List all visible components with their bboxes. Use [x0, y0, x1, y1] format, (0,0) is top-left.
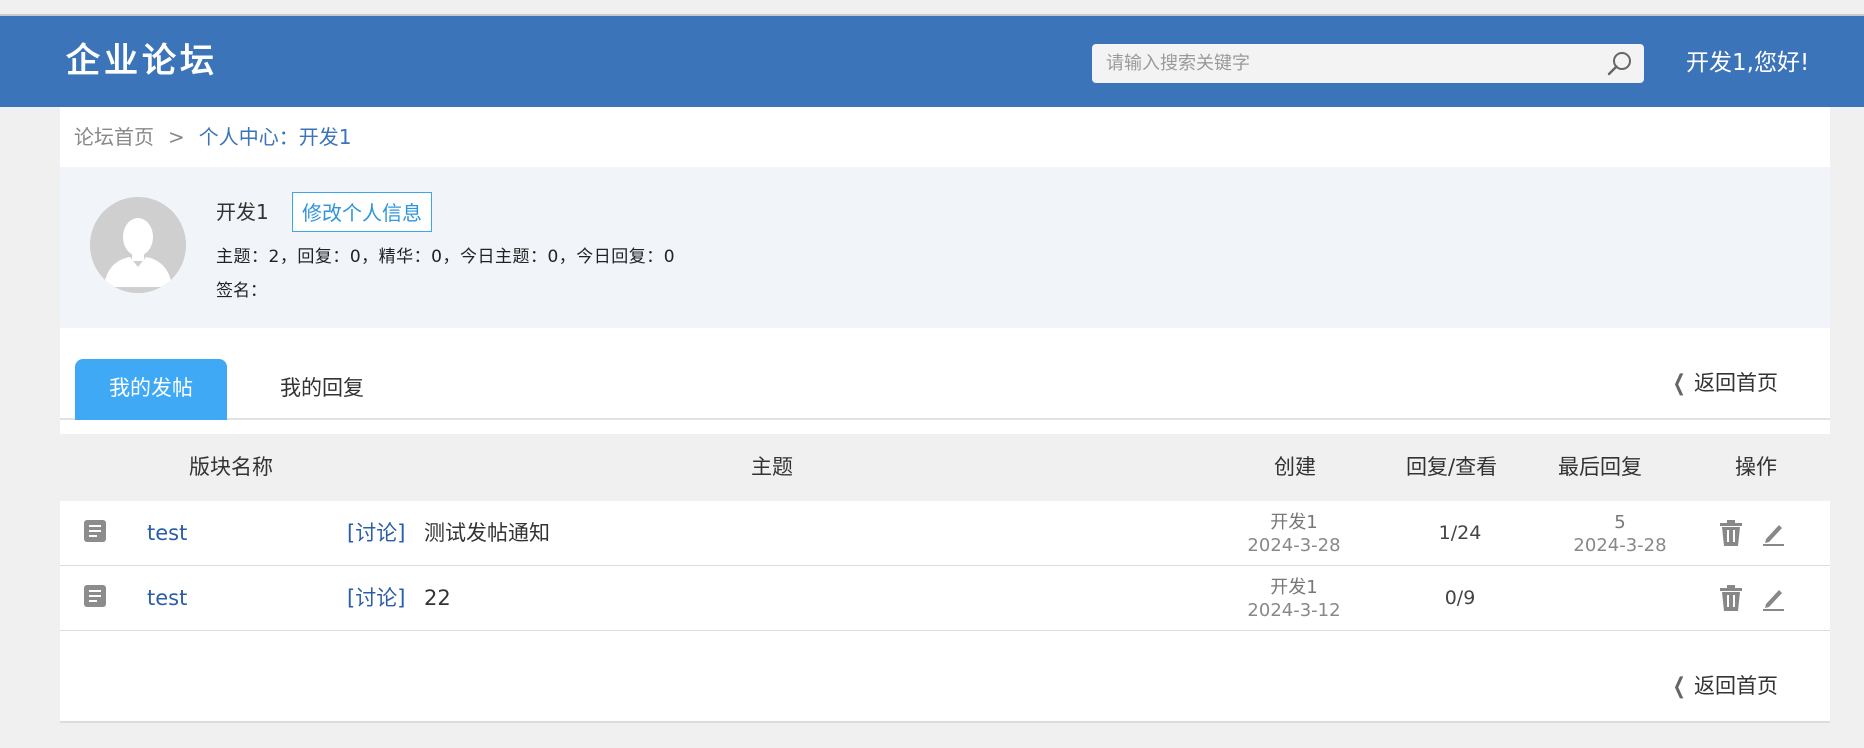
profile-card: 开发1 修改个人信息 主题：2，回复：0，精华：0，今日主题：0，今日回复：0 … — [60, 167, 1830, 328]
main-container: 论坛首页 > 个人中心：开发1 开发1 修改个人信息 主题：2，回复：0，精华：0，… — [60, 107, 1830, 723]
breadcrumb-current: 个人中心：开发1 — [198, 125, 352, 149]
header-created: 创建 — [1274, 455, 1316, 479]
row-last-reply-user: 5 — [1614, 512, 1626, 533]
tab-my-posts[interactable]: 我的发帖 — [75, 359, 227, 420]
tab-my-replies[interactable]: 我的回复 — [257, 359, 387, 420]
row-last-reply: 5 2024-3-28 — [1550, 511, 1690, 557]
table-header: 版块名称 主题 创建 回复/查看 最后回复 操作 — [60, 434, 1830, 501]
row-date: 2024-3-28 — [1247, 535, 1341, 556]
search-box — [1092, 44, 1644, 83]
edit-profile-button[interactable]: 修改个人信息 — [292, 192, 432, 232]
pencil-icon[interactable] — [1760, 519, 1786, 547]
header-board: 版块名称 — [189, 455, 273, 479]
profile-stats: 主题：2，回复：0，精华：0，今日主题：0，今日回复：0 — [216, 247, 676, 267]
row-board-link[interactable]: test — [147, 566, 187, 630]
trash-icon[interactable] — [1718, 584, 1744, 612]
header-action: 操作 — [1735, 455, 1777, 479]
table-row: test [讨论] 22 开发1 2024-3-12 0/9 — [60, 566, 1830, 631]
site-logo[interactable]: 企业论坛 — [66, 41, 218, 81]
chevron-left-icon: ❮ — [1672, 371, 1686, 396]
row-title-link[interactable]: 22 — [424, 566, 451, 630]
header-reply-view: 回复/查看 — [1406, 455, 1498, 479]
back-home-link-bottom[interactable]: ❮ 返回首页 — [1670, 671, 1778, 702]
document-icon — [84, 520, 106, 542]
row-reply-view-count: 1/24 — [1438, 522, 1482, 544]
row-author: 开发1 — [1270, 512, 1318, 533]
header-topic: 主题 — [751, 455, 793, 479]
row-title-link[interactable]: 测试发帖通知 — [424, 501, 550, 565]
search-icon[interactable] — [1606, 50, 1634, 78]
row-last-reply-date: 2024-3-28 — [1573, 535, 1667, 556]
top-border — [0, 0, 1864, 16]
row-created: 开发1 2024-3-28 — [1224, 511, 1364, 557]
table-footer: ❮ 返回首页 — [60, 631, 1830, 723]
row-board-link[interactable]: test — [147, 501, 187, 565]
pencil-icon[interactable] — [1760, 584, 1786, 612]
profile-username: 开发1 — [216, 200, 269, 224]
row-date: 2024-3-12 — [1247, 600, 1341, 621]
profile-signature: 签名： — [216, 279, 271, 303]
row-tag[interactable]: [讨论] — [347, 501, 405, 565]
table-row: test [讨论] 测试发帖通知 开发1 2024-3-28 1/24 5 20… — [60, 501, 1830, 566]
document-icon — [84, 585, 106, 607]
breadcrumb-separator: > — [168, 125, 185, 149]
back-home-label: 返回首页 — [1694, 674, 1778, 698]
trash-icon[interactable] — [1718, 519, 1744, 547]
signature-label: 签名： — [216, 281, 267, 301]
back-home-link-top[interactable]: ❮ 返回首页 — [1670, 368, 1778, 399]
user-silhouette-icon — [90, 197, 186, 293]
tabs-bar: 我的发帖 我的回复 ❮ 返回首页 — [60, 328, 1830, 420]
search-input[interactable] — [1106, 44, 1576, 83]
breadcrumb: 论坛首页 > 个人中心：开发1 — [60, 107, 1830, 167]
row-tag[interactable]: [讨论] — [347, 566, 405, 630]
row-author: 开发1 — [1270, 577, 1318, 598]
back-home-label: 返回首页 — [1694, 371, 1778, 395]
header-bar: 企业论坛 开发1,您好! — [0, 16, 1864, 107]
user-greeting[interactable]: 开发1,您好! — [1686, 46, 1809, 80]
chevron-left-icon: ❮ — [1672, 674, 1686, 699]
avatar — [90, 197, 186, 293]
posts-table: 版块名称 主题 创建 回复/查看 最后回复 操作 test [讨论] 测试发帖通… — [60, 434, 1830, 631]
row-created: 开发1 2024-3-12 — [1224, 576, 1364, 622]
row-reply-view-count: 0/9 — [1444, 587, 1476, 609]
header-last-reply: 最后回复 — [1558, 455, 1642, 479]
breadcrumb-home-link[interactable]: 论坛首页 — [74, 125, 154, 149]
